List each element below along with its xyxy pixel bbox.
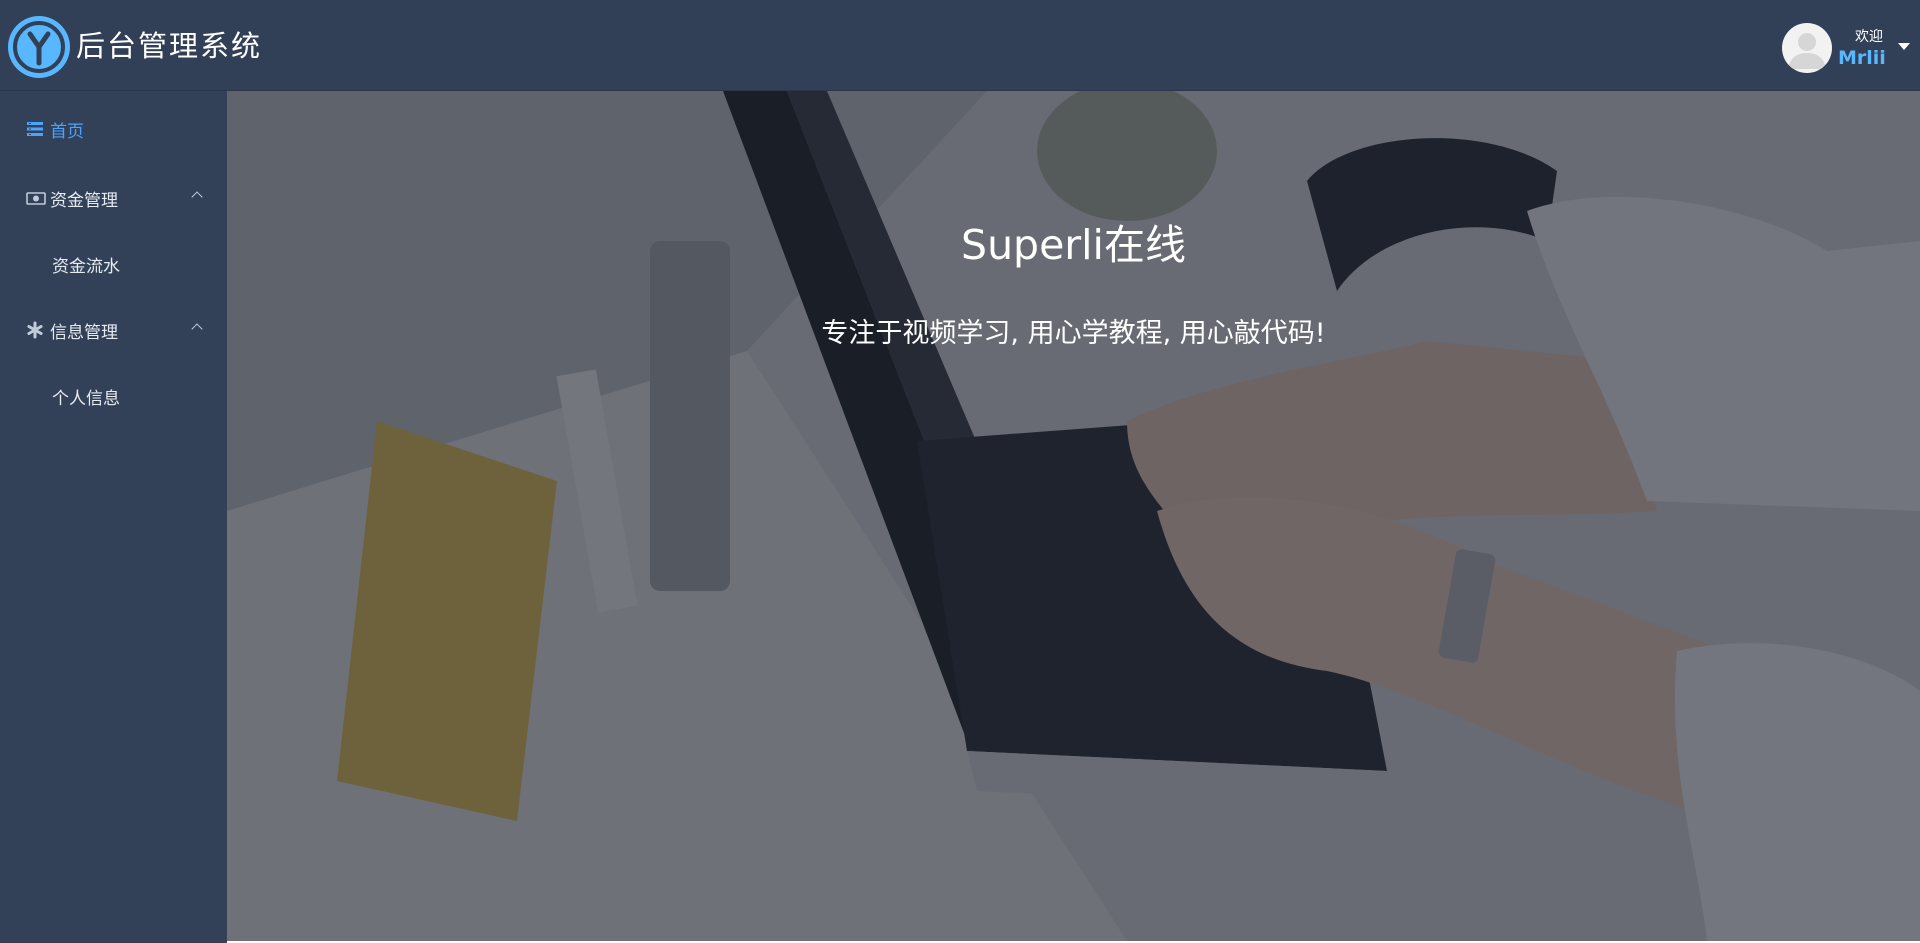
username-label[interactable]: Mrlii	[1838, 47, 1886, 69]
top-header: 后台管理系统 欢迎 Mrlii	[0, 0, 1920, 91]
logo-icon	[8, 16, 70, 78]
sidebar-item-fund-management[interactable]: 资金管理	[0, 165, 227, 231]
sidebar-subitem-label: 资金流水	[52, 257, 120, 277]
sidebar-subitem-label: 个人信息	[52, 389, 120, 409]
gear-icon	[26, 321, 44, 339]
sidebar-item-fund-flow[interactable]: 资金流水	[0, 231, 227, 297]
sidebar-item-label: 资金管理	[50, 191, 118, 211]
main-content: Superli在线 专注于视频学习, 用心学教程, 用心敲代码!	[227, 91, 1920, 943]
user-menu[interactable]: 欢迎 Mrlii	[1770, 0, 1920, 91]
app-title: 后台管理系统	[76, 29, 263, 63]
avatar[interactable]	[1782, 23, 1832, 73]
user-avatar-icon	[1788, 33, 1826, 69]
chevron-up-icon	[191, 191, 203, 203]
hero-subtitle: 专注于视频学习, 用心学教程, 用心敲代码!	[821, 318, 1326, 349]
sidebar-item-label: 首页	[50, 122, 84, 142]
hero-title: Superli在线	[961, 221, 1186, 269]
sidebar-item-home[interactable]: 首页	[0, 96, 227, 162]
money-icon	[26, 189, 46, 207]
sidebar: 首页 资金管理 资金流水 信息管理 个人信息	[0, 91, 227, 943]
list-icon	[26, 120, 44, 138]
hero-banner: Superli在线 专注于视频学习, 用心学教程, 用心敲代码!	[227, 91, 1920, 941]
sidebar-item-label: 信息管理	[50, 323, 118, 343]
sidebar-item-personal-info[interactable]: 个人信息	[0, 363, 227, 429]
chevron-down-icon[interactable]	[1898, 43, 1910, 50]
sidebar-item-info-management[interactable]: 信息管理	[0, 297, 227, 363]
welcome-label: 欢迎	[1855, 29, 1883, 45]
chevron-up-icon	[191, 323, 203, 335]
